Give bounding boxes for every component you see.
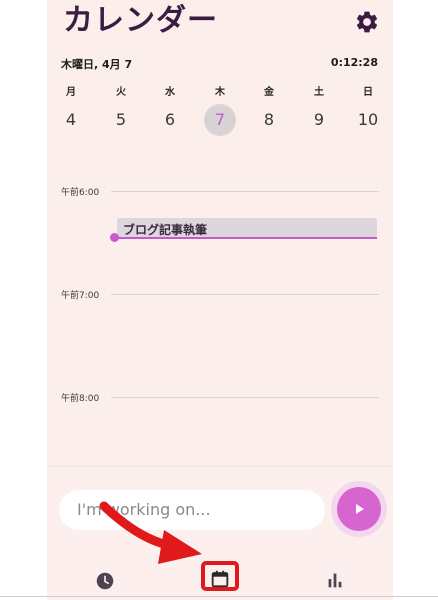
page-title: カレンダー bbox=[63, 3, 218, 38]
day-number: 10 bbox=[357, 110, 379, 129]
day-number: 6 bbox=[164, 110, 176, 129]
day-of-week-label: 日 bbox=[363, 87, 373, 98]
current-date: 木曜日, 4月 7 bbox=[61, 58, 133, 71]
hour-label: 午前8:00 bbox=[61, 394, 100, 404]
day-of-week-label: 木 bbox=[215, 87, 225, 98]
week-strip: 月 4 火 5 水 6 木 7 金 8 土 9 日 10 bbox=[47, 84, 393, 144]
hour-row-7am: 午前7:00 bbox=[61, 288, 379, 301]
day-of-week-label: 火 bbox=[116, 87, 126, 98]
day-monday[interactable]: 月 4 bbox=[51, 84, 91, 136]
start-button[interactable] bbox=[337, 487, 381, 531]
hour-row-8am: 午前8:00 bbox=[61, 391, 379, 404]
day-wednesday[interactable]: 水 6 bbox=[150, 84, 190, 136]
hour-divider bbox=[111, 191, 379, 192]
day-of-week-label: 水 bbox=[165, 87, 175, 98]
calendar-event[interactable]: ブログ記事執筆 bbox=[117, 218, 377, 238]
hour-row-6am: 午前6:00 bbox=[61, 185, 379, 198]
day-number: 9 bbox=[313, 110, 325, 129]
screen-bottom-edge bbox=[0, 596, 438, 597]
hour-label: 午前6:00 bbox=[61, 188, 100, 198]
day-number: 5 bbox=[115, 110, 127, 129]
elapsed-timer: 0:12:28 bbox=[330, 56, 378, 69]
current-time-line bbox=[117, 237, 377, 239]
day-number: 7 bbox=[204, 104, 236, 136]
day-of-week-label: 月 bbox=[66, 87, 76, 98]
day-saturday[interactable]: 土 9 bbox=[299, 84, 339, 136]
bar-chart-icon[interactable] bbox=[324, 569, 346, 591]
day-thursday-selected[interactable]: 木 7 bbox=[200, 84, 240, 136]
hour-divider bbox=[111, 397, 379, 398]
current-time-dot bbox=[110, 233, 119, 242]
hour-label: 午前7:00 bbox=[61, 291, 100, 301]
annotation-arrow-icon bbox=[99, 501, 202, 564]
day-of-week-label: 土 bbox=[314, 87, 324, 98]
play-icon bbox=[356, 504, 364, 514]
event-title: ブログ記事執筆 bbox=[123, 223, 208, 237]
hour-divider bbox=[111, 294, 379, 295]
day-sunday[interactable]: 日 10 bbox=[348, 84, 388, 136]
day-number: 4 bbox=[65, 110, 77, 129]
day-friday[interactable]: 金 8 bbox=[249, 84, 289, 136]
day-of-week-label: 金 bbox=[264, 87, 274, 98]
day-number: 8 bbox=[263, 110, 275, 129]
gear-icon[interactable] bbox=[354, 9, 380, 35]
day-tuesday[interactable]: 火 5 bbox=[101, 84, 141, 136]
